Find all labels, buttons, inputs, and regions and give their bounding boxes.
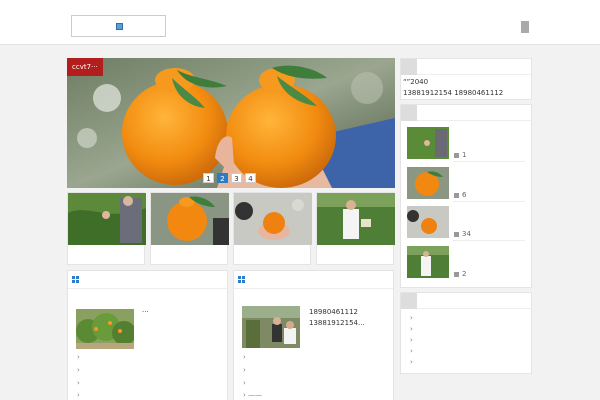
thumb-image-4 [317, 193, 395, 245]
header [0, 0, 600, 45]
grid-icon [72, 276, 79, 283]
grid-icon [238, 276, 245, 283]
contact-line-1: “”2040 [403, 78, 429, 86]
sidebar-header-icon [401, 59, 417, 75]
box-left-link-3[interactable]: › [77, 379, 80, 387]
box-right-phone-2: 13881912154... [309, 319, 365, 327]
like-count-1: 1 [454, 151, 466, 159]
box-left-link-2[interactable]: › [77, 366, 80, 374]
thumbs-up-icon [454, 152, 459, 158]
slider-dot-4[interactable]: 4 [245, 173, 256, 183]
box-left-link-4[interactable]: › [77, 391, 80, 399]
site-logo[interactable] [71, 15, 166, 37]
sidebar-link-1[interactable]: › [410, 314, 413, 322]
sidebar-links: › › › › › [400, 292, 532, 374]
thumb-image-2 [151, 193, 229, 245]
recent-image-3 [407, 206, 449, 238]
content-box-left: ··· › › › › [67, 270, 228, 400]
slider-pagination: 1 2 3 4 [203, 173, 256, 183]
thumb-card-4[interactable] [316, 192, 395, 265]
thumbs-up-icon [454, 231, 459, 237]
box-left-link-1[interactable]: › [77, 353, 80, 361]
recent-image-1 [407, 127, 449, 159]
box-right-image[interactable] [242, 306, 300, 348]
sidebar-contact-header [401, 59, 531, 75]
sidebar-link-4[interactable]: › [410, 347, 413, 355]
thumb-card-1[interactable] [67, 192, 146, 265]
box-right-header [234, 271, 393, 289]
sidebar-recent: 1 6 34 2 [400, 104, 532, 288]
box-left-image[interactable] [76, 309, 134, 349]
sidebar-link-5[interactable]: › [410, 358, 413, 366]
sidebar-header-icon [401, 293, 417, 309]
recent-image-2 [407, 167, 449, 199]
recent-item-4[interactable]: 2 [407, 246, 527, 280]
slider-dot-2[interactable]: 2 [217, 173, 228, 183]
like-count-2: 6 [454, 191, 466, 199]
thumbs-up-icon [454, 271, 459, 277]
box-right-link-3[interactable]: › [243, 379, 246, 387]
image-slider[interactable]: ccvt7··· 1 2 3 4 [67, 58, 395, 188]
recent-item-2[interactable]: 6 [407, 167, 527, 202]
box-right-link-4[interactable]: › —— [243, 391, 262, 399]
box-left-caption: ··· [142, 308, 149, 316]
box-right-phone-1: 18980461112 [309, 308, 358, 316]
sidebar-link-3[interactable]: › [410, 336, 413, 344]
sidebar-links-header [401, 293, 531, 309]
sidebar-link-2[interactable]: › [410, 325, 413, 333]
recent-item-1[interactable]: 1 [407, 127, 527, 162]
menu-icon[interactable] [521, 21, 529, 33]
thumb-card-2[interactable] [150, 192, 229, 265]
thumb-card-3[interactable] [233, 192, 312, 265]
box-right-link-1[interactable]: › [243, 353, 246, 361]
thumb-image-3 [234, 193, 312, 245]
contact-phones: 13881912154 18980461112 [403, 89, 504, 97]
sidebar-recent-header [401, 105, 531, 121]
slider-dot-3[interactable]: 3 [231, 173, 242, 183]
sidebar-header-icon [401, 105, 417, 121]
slide-image [67, 58, 395, 188]
content-box-right: 18980461112 13881912154... › › › › —— [233, 270, 394, 400]
thumbs-up-icon [454, 192, 459, 198]
like-count-3: 34 [454, 230, 471, 238]
thumb-image-1 [68, 193, 146, 245]
box-left-header [68, 271, 227, 289]
slider-dot-1[interactable]: 1 [203, 173, 214, 183]
like-count-4: 2 [454, 270, 466, 278]
recent-item-3[interactable]: 34 [407, 206, 527, 241]
recent-image-4 [407, 246, 449, 278]
slide-tag: ccvt7··· [67, 58, 103, 76]
box-right-link-2[interactable]: › [243, 366, 246, 374]
logo-icon [116, 23, 123, 30]
sidebar-contact: “”2040 13881912154 18980461112 [400, 58, 532, 100]
